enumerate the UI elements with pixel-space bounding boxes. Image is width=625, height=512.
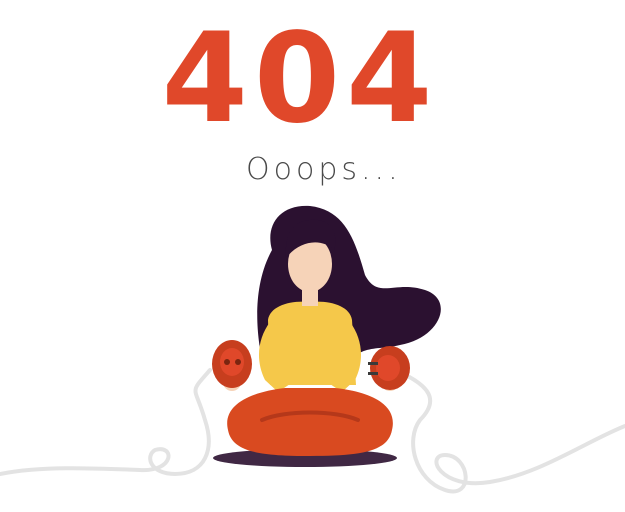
error-page: 404 Ooops... [0, 0, 625, 512]
cable-right [393, 368, 625, 494]
woman-holding-unplugged-cable-icon [0, 205, 625, 494]
plug-left-icon [212, 340, 252, 388]
cable-left [0, 368, 212, 477]
pants [227, 388, 393, 456]
plug-right-icon [368, 346, 410, 390]
